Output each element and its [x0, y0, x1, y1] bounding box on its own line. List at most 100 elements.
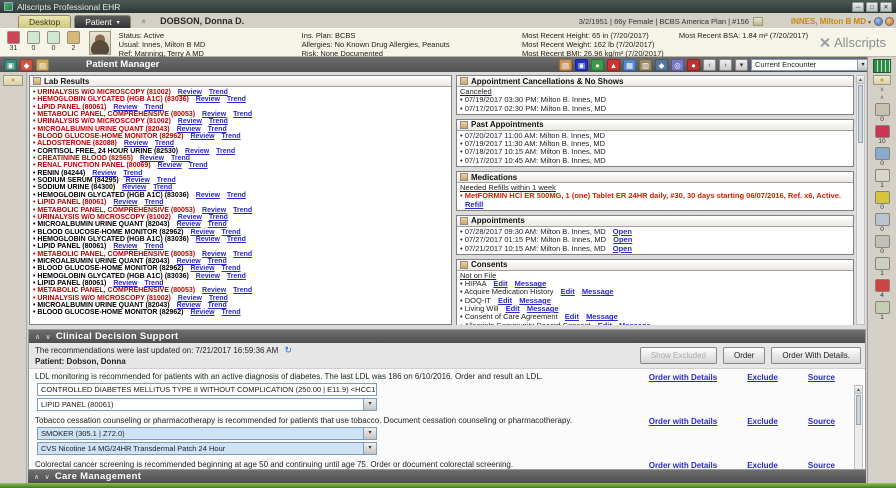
review-link[interactable]: Review: [113, 280, 137, 287]
nav-previous-button[interactable]: ‹: [703, 58, 716, 71]
review-link[interactable]: Review: [196, 192, 220, 199]
order-with-details-button[interactable]: Order With Details.: [771, 347, 861, 364]
source-link[interactable]: Source: [808, 417, 835, 426]
rail-item[interactable]: 1: [874, 257, 890, 277]
open-appointment-link[interactable]: Open: [613, 244, 632, 253]
trend-link[interactable]: Trend: [208, 302, 227, 309]
source-link[interactable]: Source: [808, 373, 835, 382]
trend-link[interactable]: Trend: [222, 309, 241, 316]
rail-icon[interactable]: [874, 191, 890, 204]
rail-item[interactable]: 1: [874, 301, 890, 321]
counter-item[interactable]: 0: [26, 31, 41, 54]
show-excluded-button[interactable]: Show Excluded: [639, 347, 717, 364]
review-link[interactable]: Review: [177, 302, 201, 309]
trend-link[interactable]: Trend: [209, 295, 228, 302]
counter-item[interactable]: 2: [66, 31, 81, 54]
collapse-rail-button[interactable]: «: [873, 75, 891, 85]
review-link[interactable]: Review: [113, 104, 137, 111]
trend-link[interactable]: Trend: [227, 236, 246, 243]
trend-link[interactable]: Trend: [227, 192, 246, 199]
message-consent-link[interactable]: Message: [619, 321, 651, 325]
trend-link[interactable]: Trend: [144, 104, 163, 111]
tab-desktop[interactable]: Desktop: [18, 15, 72, 28]
exclude-link[interactable]: Exclude: [747, 373, 778, 382]
toolbar-icon[interactable]: ▣: [575, 58, 588, 71]
trend-link[interactable]: Trend: [233, 287, 252, 294]
collapse-section-icon[interactable]: ∧: [35, 333, 40, 341]
rail-item[interactable]: 0: [874, 191, 890, 211]
chevron-down-icon[interactable]: ▾: [363, 443, 376, 454]
rail-icon[interactable]: [874, 147, 890, 160]
rail-icon[interactable]: [874, 301, 890, 314]
counter-icon[interactable]: [7, 31, 20, 44]
review-link[interactable]: Review: [178, 295, 202, 302]
trend-link[interactable]: Trend: [155, 140, 174, 147]
clock-icon[interactable]: [885, 17, 894, 26]
toolbar-icon[interactable]: ▤: [36, 58, 49, 71]
trend-link[interactable]: Trend: [233, 207, 252, 214]
review-link[interactable]: Review: [178, 89, 202, 96]
review-link[interactable]: Review: [196, 273, 220, 280]
rail-item[interactable]: 0: [874, 235, 890, 255]
review-link[interactable]: Review: [185, 148, 209, 155]
rail-icon[interactable]: [874, 279, 890, 292]
trend-link[interactable]: Trend: [227, 96, 246, 103]
order-select[interactable]: LIPID PANEL (80061) ▾: [37, 398, 377, 411]
rail-scroll-down-icon[interactable]: ∧: [880, 95, 884, 101]
review-link[interactable]: Review: [177, 221, 201, 228]
trend-link[interactable]: Trend: [233, 251, 252, 258]
trend-link[interactable]: Trend: [222, 229, 241, 236]
review-link[interactable]: Review: [122, 184, 146, 191]
toolbar-icon[interactable]: ▦: [623, 58, 636, 71]
toolbar-icon[interactable]: ▣: [4, 58, 17, 71]
rail-scroll-up-icon[interactable]: ∨: [880, 87, 884, 93]
toolbar-icon[interactable]: ●: [591, 58, 604, 71]
scroll-up-arrow[interactable]: ▲: [855, 386, 862, 394]
edit-consent-link[interactable]: Edit: [598, 321, 612, 325]
rail-icon[interactable]: [874, 257, 890, 270]
expand-section-icon[interactable]: ∨: [44, 473, 49, 481]
maximize-button[interactable]: □: [866, 1, 878, 12]
message-consent-link[interactable]: Message: [582, 287, 614, 296]
trend-link[interactable]: Trend: [208, 126, 227, 133]
message-consent-link[interactable]: Message: [586, 312, 618, 321]
collapse-banner-button[interactable]: «: [139, 19, 148, 23]
main-scrollbar[interactable]: ▲: [856, 75, 865, 325]
chevron-down-icon[interactable]: ▾: [363, 428, 376, 439]
trend-link[interactable]: Trend: [153, 184, 172, 191]
exclude-link[interactable]: Exclude: [747, 461, 778, 469]
review-link[interactable]: Review: [126, 177, 150, 184]
review-link[interactable]: Review: [190, 229, 214, 236]
patient-card-icon[interactable]: [752, 17, 763, 26]
nav-more-button[interactable]: ▾: [735, 58, 748, 71]
encounter-selector[interactable]: Current Encounter ▾: [751, 58, 869, 71]
rail-icon[interactable]: [874, 213, 890, 226]
collapse-section-icon[interactable]: ∧: [34, 473, 39, 481]
toolbar-icon[interactable]: ●: [687, 58, 700, 71]
review-link[interactable]: Review: [190, 265, 214, 272]
trend-link[interactable]: Trend: [208, 221, 227, 228]
toolbar-icon[interactable]: ▲: [607, 58, 620, 71]
counter-icon[interactable]: [67, 31, 80, 44]
trend-link[interactable]: Trend: [222, 133, 241, 140]
trend-link[interactable]: Trend: [171, 155, 190, 162]
trend-link[interactable]: Trend: [209, 89, 228, 96]
tab-patient[interactable]: Patient ▾: [74, 15, 131, 28]
trend-link[interactable]: Trend: [227, 273, 246, 280]
review-link[interactable]: Review: [196, 96, 220, 103]
rail-icon[interactable]: [874, 235, 890, 248]
trend-link[interactable]: Trend: [209, 118, 228, 125]
expand-section-icon[interactable]: ∨: [45, 333, 50, 341]
review-link[interactable]: Review: [177, 258, 201, 265]
scrollbar-thumb[interactable]: [856, 395, 861, 425]
rail-item[interactable]: 10: [874, 125, 890, 145]
therapy-select[interactable]: CVS Nicotine 14 MG/24HR Transdermal Patc…: [37, 442, 377, 455]
rail-item[interactable]: 4: [874, 279, 890, 299]
order-button[interactable]: Order: [722, 347, 766, 364]
message-provider-icon[interactable]: [874, 17, 883, 26]
refresh-icon[interactable]: ↻: [285, 345, 293, 355]
patient-photo[interactable]: [89, 31, 111, 55]
rail-item[interactable]: 0: [874, 213, 890, 233]
review-link[interactable]: Review: [158, 162, 182, 169]
nav-next-button[interactable]: ›: [719, 58, 732, 71]
